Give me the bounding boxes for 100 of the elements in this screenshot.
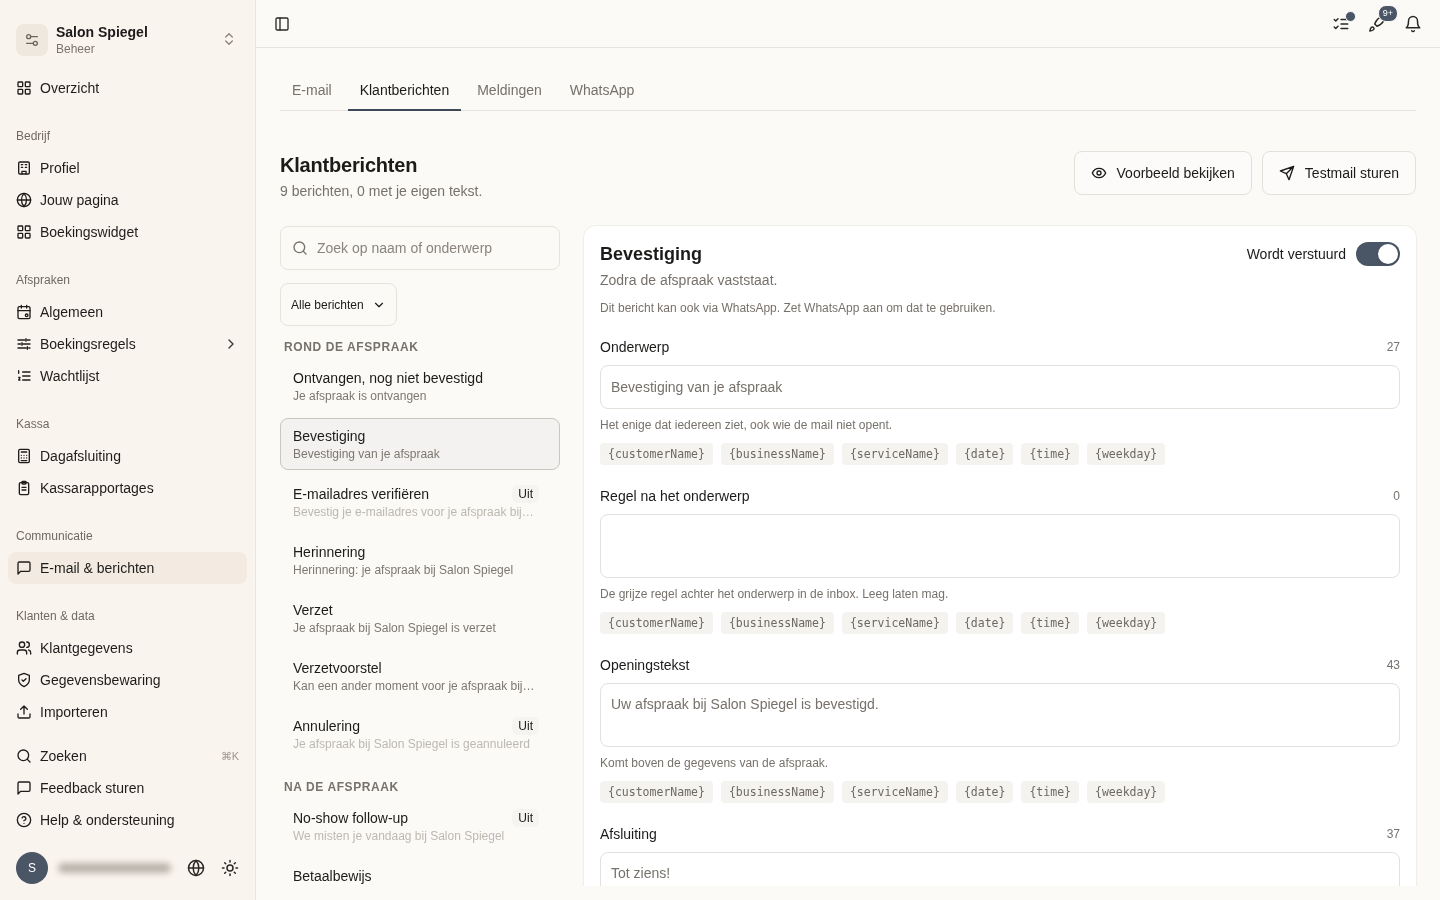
character-count: 43 (1386, 658, 1400, 672)
workspace-role: Beheer (56, 41, 96, 57)
variable-chip[interactable]: {customerName} (600, 612, 713, 634)
sidebar-item[interactable]: E-mail & berichten (8, 552, 247, 584)
variable-chip[interactable]: {weekday} (1087, 443, 1166, 465)
user-avatar[interactable]: S (16, 852, 48, 884)
variable-chip[interactable]: {businessName} (720, 443, 834, 465)
chat-icon (16, 560, 32, 576)
globe-icon (187, 859, 205, 877)
help-icon (16, 812, 32, 828)
text-area[interactable]: Tot ziens! (600, 852, 1400, 886)
sidebar-toggle-icon (274, 15, 290, 32)
sidebar-item[interactable]: Profiel (8, 152, 247, 184)
variable-chip[interactable]: {serviceName} (841, 781, 948, 803)
variable-chip[interactable]: {businessName} (720, 781, 834, 803)
sidebar-section-label: Bedrijf (15, 128, 51, 145)
variable-chip[interactable]: {businessName} (720, 612, 834, 634)
variable-chip[interactable]: {customerName} (600, 443, 713, 465)
eye-icon (1090, 165, 1107, 181)
group-heading: ROND DE AFSPRAAK (283, 339, 420, 356)
character-count: 37 (1386, 827, 1400, 841)
bell-icon (1404, 14, 1422, 33)
sidebar-item[interactable]: Gegevensbewaring (8, 664, 247, 696)
sliders-icon (16, 336, 32, 352)
variable-chip[interactable]: {serviceName} (841, 443, 948, 465)
sidebar-item[interactable]: Zoeken ⌘K (8, 740, 247, 772)
message-item[interactable]: Bevestiging Bevestiging van je afspraak (280, 418, 560, 470)
numbered-list-icon (16, 368, 32, 384)
message-item[interactable]: Annulering Uit Je afspraak bij Salon Spiegel is geannuleerd (280, 708, 560, 760)
sidebar-item[interactable]: Jouw pagina (8, 184, 247, 216)
variable-chip[interactable]: {date} (955, 781, 1014, 803)
tab[interactable]: WhatsApp (557, 70, 647, 111)
variable-chip[interactable]: {time} (1021, 443, 1079, 465)
variable-chip[interactable]: {date} (955, 612, 1014, 634)
sidebar-item[interactable]: Overzicht (8, 72, 247, 104)
tab[interactable]: Klantberichten (347, 70, 462, 111)
message-item[interactable]: Betaalbewijs (280, 858, 560, 886)
character-count: 27 (1386, 340, 1400, 354)
text-area[interactable]: Uw afspraak bij Salon Spiegel is bevestigd. (600, 683, 1400, 747)
group-heading: NA DE AFSPRAAK (283, 779, 400, 796)
editor-title: Bevestiging (600, 243, 704, 266)
message-item[interactable]: No-show follow-up Uit We misten je vandaag bij Salon Spiegel (280, 800, 560, 852)
page-title: Klantberichten (280, 153, 419, 178)
sun-icon (221, 859, 239, 877)
sidebar-item[interactable]: Boekingsregels (8, 328, 247, 360)
message-item[interactable]: Ontvangen, nog niet bevestigd Je afspraak is ontvangen (280, 360, 560, 412)
sidebar-section-label: Communicatie (15, 528, 94, 545)
grid-icon (16, 80, 32, 96)
tab[interactable]: Meldingen (465, 70, 554, 111)
field-label: Afsluiting (600, 825, 658, 844)
variable-chip[interactable]: {serviceName} (841, 612, 948, 634)
notification-dot (1345, 10, 1356, 22)
variable-chip[interactable]: {weekday} (1087, 781, 1166, 803)
field-hint: De grijze regel achter het onderwerp in de inbox. Leeg laten mag. (600, 586, 950, 602)
search-icon (16, 748, 32, 764)
page-subtitle: 9 berichten, 0 met je eigen tekst. (280, 182, 484, 201)
field-label: Regel na het onderwerp (600, 487, 751, 506)
toggle-switch[interactable] (1356, 242, 1400, 266)
field-hint: Het enige dat iedereen ziet, ook wie de mail niet opent. (600, 417, 894, 433)
editor-subtitle: Zodra de afspraak vaststaat. (600, 271, 779, 290)
message-item[interactable]: Verzetvoorstel Kan een ander moment voor je afspraak bij… (280, 650, 560, 702)
grid-icon (16, 224, 32, 240)
workspace-logo[interactable] (16, 24, 48, 56)
sidebar-item[interactable]: Algemeen (8, 296, 247, 328)
send-test-button[interactable]: Testmail sturen (1261, 151, 1416, 195)
variable-chip[interactable]: {time} (1021, 781, 1079, 803)
sidebar-item[interactable]: Feedback sturen (8, 772, 247, 804)
variable-chip[interactable]: {date} (955, 443, 1014, 465)
message-item[interactable]: E-mailadres verifiëren Uit Bevestig je e-mailadres voor je afspraak bij… (280, 476, 560, 528)
chat-icon (16, 780, 32, 796)
calculator-icon (16, 448, 32, 464)
field-hint: Komt boven de gegevens van de afspraak. (600, 755, 830, 771)
search-field[interactable]: Zoek op naam of onderwerp (280, 226, 560, 270)
count-badge: 9+ (1377, 4, 1398, 22)
input-field[interactable]: Bevestiging van je afspraak (600, 365, 1400, 409)
field-label: Onderwerp (600, 338, 671, 357)
sidebar-section-label: Kassa (15, 416, 51, 433)
sidebar-item[interactable]: Importeren (8, 696, 247, 728)
variable-chip[interactable]: {customerName} (600, 781, 713, 803)
sidebar-item[interactable]: Dagafsluiting (8, 440, 247, 472)
sidebar-item[interactable]: Kassarapportages (8, 472, 247, 504)
sidebar-section-label: Afspraken (15, 272, 72, 289)
workspace-name: Salon Spiegel (56, 23, 149, 41)
variable-chip[interactable]: {time} (1021, 612, 1079, 634)
clipboard-icon (16, 480, 32, 496)
message-item[interactable]: Verzet Je afspraak bij Salon Spiegel is verzet (280, 592, 560, 644)
sidebar-item[interactable]: Boekingswidget (8, 216, 247, 248)
toggle-label: Wordt verstuurd (1246, 246, 1346, 262)
sidebar-item[interactable]: Klantgegevens (8, 632, 247, 664)
variable-chip[interactable]: {weekday} (1087, 612, 1166, 634)
users-icon (16, 640, 32, 656)
message-item[interactable]: Herinnering Herinnering: je afspraak bij Salon Spiegel (280, 534, 560, 586)
sidebar-item[interactable]: Wachtlijst (8, 360, 247, 392)
field-label: Openingstekst (600, 656, 691, 675)
sidebar-item[interactable]: Help & ondersteuning (8, 804, 247, 836)
filter-dropdown[interactable]: Alle berichten (280, 283, 397, 326)
editor-note: Dit bericht kan ook via WhatsApp. Zet WhatsApp aan om dat te gebruiken. (600, 300, 997, 316)
preview-button[interactable]: Voorbeeld bekijken (1073, 151, 1252, 195)
tab[interactable]: E-mail (280, 70, 344, 111)
sidebar-section-label: Klanten & data (15, 608, 96, 625)
